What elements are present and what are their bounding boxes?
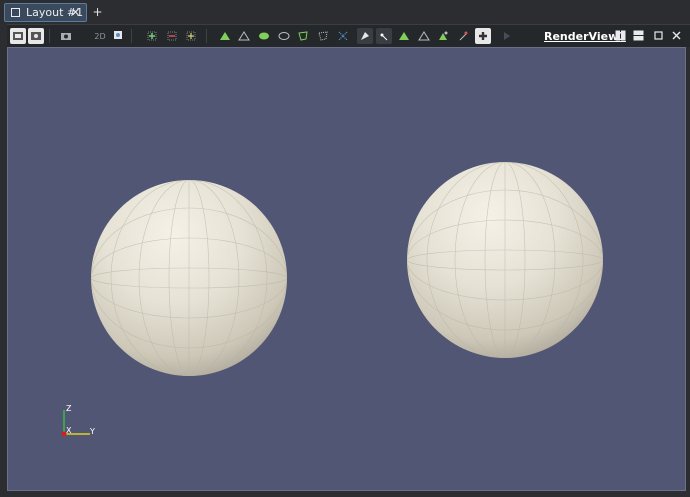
hover-cells-icon[interactable]	[396, 28, 412, 44]
split-vertical-icon[interactable]	[633, 30, 644, 41]
orientation-axes: Z X Y	[60, 404, 110, 440]
y-axis-label: Y	[90, 427, 95, 436]
tab-close-icon[interactable]: ✕	[68, 5, 83, 20]
hover-points-icon[interactable]	[376, 28, 392, 44]
interactive-select-points-icon[interactable]	[357, 28, 373, 44]
rotate-minus-x-icon[interactable]	[164, 28, 180, 44]
layout-tab-icon	[11, 8, 20, 17]
tab-layout-1[interactable]: Layout #1 ✕	[4, 3, 87, 22]
tab-bar: Layout #1 ✕ +	[0, 0, 690, 24]
x-axis-label: X	[66, 426, 72, 435]
zoom-to-box-icon[interactable]	[111, 28, 127, 44]
select-cells-through-icon[interactable]	[256, 28, 272, 44]
toolbar-separator	[131, 29, 132, 43]
rotate-plus-x-icon[interactable]	[144, 28, 160, 44]
add-selection-icon[interactable]	[475, 28, 491, 44]
select-points-on-icon[interactable]	[236, 28, 252, 44]
mode-2d-icon[interactable]: 2D	[91, 28, 109, 44]
shrink-selection-icon[interactable]	[435, 28, 451, 44]
rotate-view-icon[interactable]	[183, 28, 199, 44]
add-tab-button[interactable]: +	[91, 5, 104, 20]
maximize-icon[interactable]	[653, 30, 664, 41]
toolbar-separator	[206, 29, 207, 43]
close-icon[interactable]	[671, 30, 682, 41]
clear-selection-icon[interactable]	[455, 28, 471, 44]
z-axis-label: Z	[66, 404, 72, 413]
split-horizontal-icon[interactable]	[615, 30, 626, 41]
sphere-right	[407, 162, 603, 358]
sphere-left	[91, 180, 287, 376]
render-view[interactable]: Z X Y	[7, 47, 686, 491]
select-cells-polygon-icon[interactable]	[295, 28, 311, 44]
interactive-select-cells-icon[interactable]	[335, 28, 351, 44]
toolbar-more-icon[interactable]	[501, 28, 513, 44]
grow-selection-icon[interactable]	[416, 28, 432, 44]
reset-camera-icon[interactable]	[10, 28, 26, 44]
toolbar-separator	[49, 29, 50, 43]
select-points-polygon-icon[interactable]	[315, 28, 331, 44]
select-points-through-icon[interactable]	[276, 28, 292, 44]
renderview-title[interactable]: RenderView1	[544, 30, 626, 43]
select-cells-on-icon[interactable]	[217, 28, 233, 44]
reset-camera-closest-icon[interactable]	[28, 28, 44, 44]
view-toolbar: 2D RenderView1	[7, 24, 690, 47]
capture-screenshot-icon[interactable]	[58, 28, 74, 44]
app-window: Layout #1 ✕ + 2D RenderView1 Z X Y	[0, 0, 690, 497]
